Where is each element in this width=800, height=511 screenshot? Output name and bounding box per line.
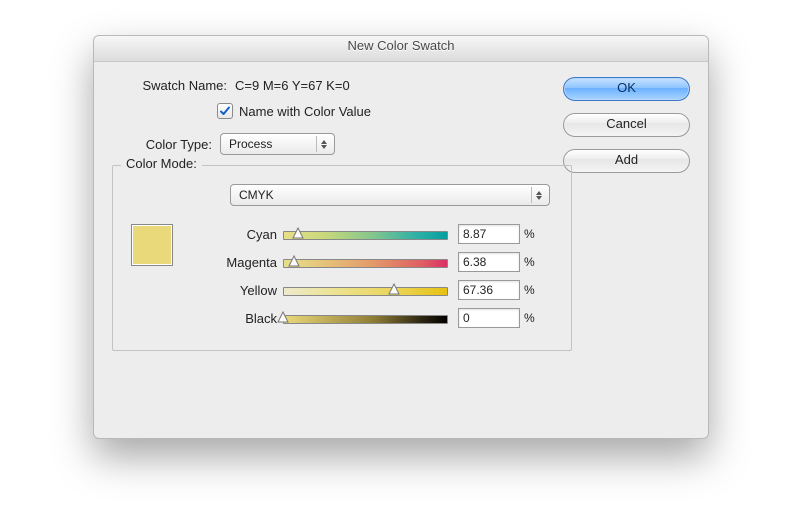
yellow-slider[interactable] (283, 284, 448, 296)
dialog-title: New Color Swatch (94, 36, 708, 62)
magenta-label: Magenta (187, 255, 283, 270)
checkmark-icon (219, 105, 231, 117)
name-with-value-checkbox[interactable] (217, 103, 233, 119)
magenta-unit: % (524, 255, 535, 269)
color-mode-label: Color Mode: (121, 156, 202, 171)
magenta-input[interactable]: 6.38 (458, 252, 520, 272)
cyan-unit: % (524, 227, 535, 241)
add-button[interactable]: Add (563, 149, 690, 173)
popup-arrows-icon (316, 136, 331, 152)
cyan-slider[interactable] (283, 228, 448, 240)
black-unit: % (524, 311, 535, 325)
yellow-unit: % (524, 283, 535, 297)
yellow-input[interactable]: 67.36 (458, 280, 520, 300)
color-type-label: Color Type: (112, 137, 220, 152)
color-type-select[interactable]: Process (220, 133, 335, 155)
black-input[interactable]: 0 (458, 308, 520, 328)
ok-button[interactable]: OK (563, 77, 690, 101)
color-mode-select[interactable]: CMYK (230, 184, 550, 206)
dialog-button-stack: OK Cancel Add (563, 77, 688, 185)
black-slider[interactable] (283, 312, 448, 324)
swatch-name-label: Swatch Name: (112, 78, 235, 93)
swatch-preview (131, 224, 173, 266)
cyan-input[interactable]: 8.87 (458, 224, 520, 244)
name-with-value-label: Name with Color Value (239, 104, 371, 119)
color-mode-value: CMYK (239, 188, 274, 202)
popup-arrows-icon (531, 187, 546, 203)
cyan-label: Cyan (187, 227, 283, 242)
color-type-value: Process (229, 137, 272, 151)
new-color-swatch-dialog: New Color Swatch OK Cancel Add Swatch Na… (93, 35, 709, 439)
black-label: Black (187, 311, 283, 326)
yellow-label: Yellow (187, 283, 283, 298)
color-mode-group: Color Mode: CMYK Cyan (112, 165, 572, 351)
cancel-button[interactable]: Cancel (563, 113, 690, 137)
magenta-slider[interactable] (283, 256, 448, 268)
